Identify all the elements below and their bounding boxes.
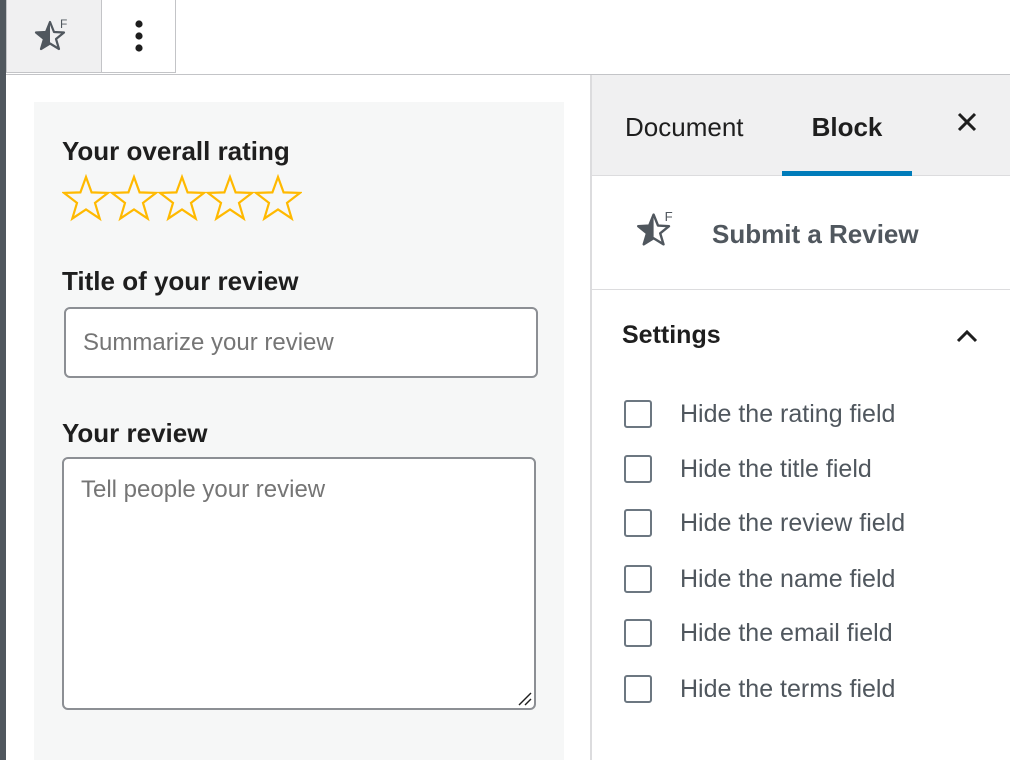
star-f-icon: F — [34, 17, 67, 51]
tab-document[interactable]: Document — [625, 75, 744, 175]
settings-option[interactable]: Hide the terms field — [624, 672, 895, 706]
settings-option[interactable]: Hide the email field — [624, 616, 893, 650]
more-options-button[interactable] — [102, 0, 176, 73]
block-toolbar: F — [6, 0, 176, 74]
rating-label: Your overall rating — [62, 136, 290, 166]
star-icon[interactable] — [62, 174, 110, 222]
option-label: Hide the title field — [680, 454, 872, 483]
settings-option[interactable]: Hide the title field — [624, 452, 872, 486]
checkbox[interactable] — [624, 675, 652, 703]
review-label: Your review — [62, 418, 208, 448]
checkbox[interactable] — [624, 565, 652, 593]
title-label: Title of your review — [62, 266, 299, 296]
settings-sidebar: Document Block F Submit a Review Setting… — [590, 75, 1010, 760]
checkbox[interactable] — [624, 455, 652, 483]
checkbox[interactable] — [624, 509, 652, 537]
checkbox[interactable] — [624, 400, 652, 428]
option-label: Hide the review field — [680, 508, 906, 537]
settings-panel-title[interactable]: Settings — [622, 321, 721, 350]
settings-option[interactable]: Hide the rating field — [624, 397, 895, 431]
option-label: Hide the email field — [680, 618, 893, 647]
vertical-ellipsis-icon — [134, 20, 143, 52]
tab-block[interactable]: Block — [782, 75, 912, 175]
option-label: Hide the terms field — [680, 674, 896, 703]
star-icon[interactable] — [158, 174, 206, 222]
review-placeholder: Tell people your review — [81, 476, 326, 503]
title-input[interactable]: Summarize your review — [64, 307, 538, 378]
star-rating[interactable] — [62, 174, 302, 222]
sidebar-tabs: Document Block — [592, 75, 1010, 176]
review-textarea[interactable]: Tell people your review — [62, 457, 536, 710]
block-title: Submit a Review — [712, 219, 919, 249]
svg-text:F: F — [60, 17, 67, 31]
star-icon[interactable] — [206, 174, 254, 222]
block-type-button[interactable]: F — [6, 0, 102, 73]
resize-handle-icon[interactable] — [516, 690, 532, 706]
svg-text:F: F — [665, 209, 673, 224]
close-icon[interactable] — [952, 107, 982, 137]
review-block-preview[interactable]: Your overall rating Title of your review… — [34, 102, 564, 760]
checkbox[interactable] — [624, 619, 652, 647]
star-f-icon: F — [636, 209, 673, 246]
settings-option[interactable]: Hide the review field — [624, 506, 905, 540]
option-label: Hide the rating field — [680, 399, 896, 428]
editor-left-border — [0, 0, 6, 760]
chevron-up-icon[interactable] — [954, 323, 980, 349]
star-icon[interactable] — [254, 174, 302, 222]
star-icon[interactable] — [110, 174, 158, 222]
block-card: F Submit a Review — [592, 176, 1010, 290]
settings-option[interactable]: Hide the name field — [624, 562, 895, 596]
option-label: Hide the name field — [680, 564, 896, 593]
